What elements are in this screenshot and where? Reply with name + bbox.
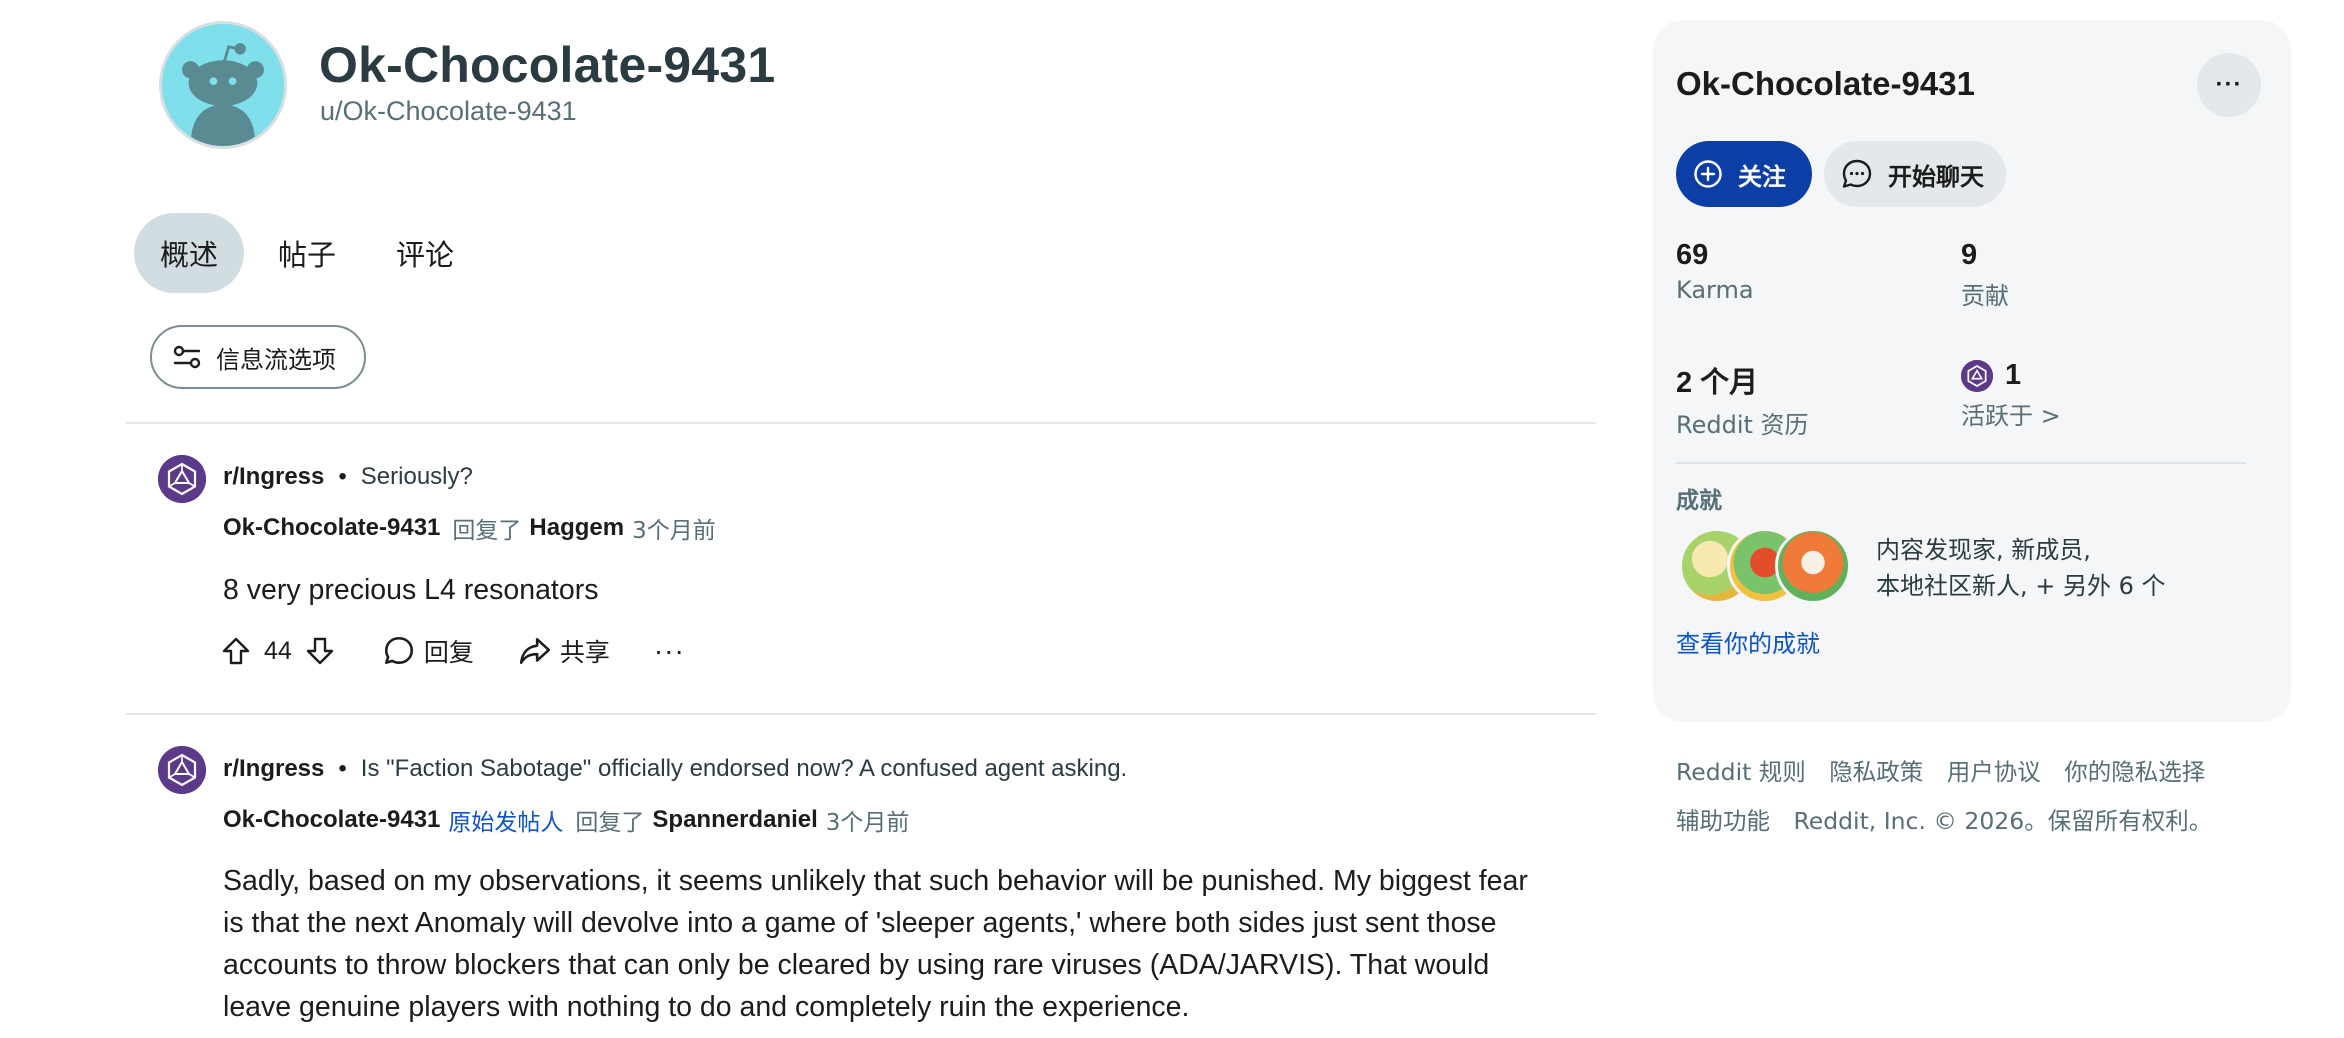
footer-link-accessibility[interactable]: 辅助功能 (1676, 807, 1770, 835)
achievement-badge-icon (1775, 528, 1851, 604)
profile-avatar (159, 21, 287, 149)
footer-link-privacy-choices[interactable]: 你的隐私选择 (2064, 758, 2205, 786)
op-badge: 原始发帖人 (448, 810, 564, 836)
footer-row: 辅助功能 Reddit, Inc. © 2026。保留所有权利。 (1676, 797, 2296, 846)
sidebar-divider (1676, 462, 2246, 464)
plus-circle-icon (1694, 160, 1722, 188)
comment-card[interactable]: r/Ingress • Is "Faction Sabotage" offici… (126, 714, 1596, 1038)
share-label: 共享 (559, 638, 610, 667)
view-achievements-link[interactable]: 查看你的成就 (1676, 624, 1820, 659)
ingress-logo-icon (158, 746, 206, 794)
upvote-button[interactable] (218, 633, 254, 669)
stat-label: Karma (1676, 276, 1754, 304)
reply-button[interactable]: 回复 (382, 633, 474, 669)
replied-label: 回复了 (575, 810, 645, 836)
footer-copyright: Reddit, Inc. © 2026。保留所有权利。 (1793, 807, 2213, 835)
arrow-up-icon (222, 637, 250, 665)
feed-options-button[interactable]: 信息流选项 (150, 325, 366, 389)
achievements-summary: 内容发现家, 新成员, 本地社区新人, + 另外 6 个 (1876, 532, 2266, 604)
subreddit-link[interactable]: r/Ingress (223, 463, 324, 491)
profile-sidebar: Ok-Chocolate-9431 ··· 关注 开始聊天 69 Karma 9… (1653, 20, 2291, 722)
stat-contributions: 9 贡献 (1961, 239, 2009, 311)
comment-body-line: accounts to throw blockers that can only… (223, 949, 1490, 981)
comment-body: Sadly, based on my observations, it seem… (223, 860, 1703, 1028)
comment-body-line: Sadly, based on my observations, it seem… (223, 865, 1528, 897)
share-button[interactable]: 共享 (518, 633, 610, 669)
stat-value: 2 个月 (1676, 367, 1759, 399)
comment-post-line: r/Ingress • Seriously? (223, 463, 473, 491)
sidebar-more-button[interactable]: ··· (2197, 53, 2261, 117)
share-arrow-icon (519, 638, 550, 664)
stat-value: 1 (1961, 359, 2061, 392)
follow-button[interactable]: 关注 (1676, 141, 1812, 207)
comment-author[interactable]: Ok-Chocolate-9431 (223, 514, 440, 542)
start-chat-button[interactable]: 开始聊天 (1824, 141, 2006, 207)
profile-display-name: Ok-Chocolate-9431 (319, 37, 776, 93)
subreddit-avatar[interactable] (158, 455, 206, 503)
footer-link-user-agreement[interactable]: 用户协议 (1947, 758, 2041, 786)
comment-author-line: Ok-Chocolate-9431 回复了 Haggem 3个月前 (223, 511, 716, 545)
comment-post-line: r/Ingress • Is "Faction Sabotage" offici… (223, 755, 1127, 783)
tab-posts[interactable]: 帖子 (252, 213, 362, 293)
replied-to-user[interactable]: Haggem (529, 514, 624, 542)
subreddit-avatar[interactable] (158, 746, 206, 794)
snoo-avatar-icon (162, 24, 284, 146)
speech-bubble-icon (384, 636, 413, 664)
profile-username: u/Ok-Chocolate-9431 (320, 96, 577, 126)
comment-card[interactable]: r/Ingress • Seriously? Ok-Chocolate-9431… (126, 423, 1596, 713)
feed-options-label: 信息流选项 (216, 345, 336, 374)
tab-overview[interactable]: 概述 (134, 213, 245, 293)
stat-value: 69 (1676, 239, 1709, 271)
replied-label: 回复了 (452, 518, 522, 544)
arrow-down-icon (306, 637, 334, 665)
comment-body: 8 very precious L4 resonators (223, 574, 599, 606)
sidebar-username: Ok-Chocolate-9431 (1676, 65, 1975, 102)
comment-author[interactable]: Ok-Chocolate-9431 (223, 806, 440, 834)
stat-value: 9 (1961, 239, 1978, 271)
separator-dot: • (338, 755, 347, 782)
footer-link-privacy[interactable]: 隐私政策 (1829, 758, 1923, 786)
replied-to-user[interactable]: Spannerdaniel (652, 806, 817, 834)
sliders-icon (173, 345, 201, 369)
separator-dot: • (338, 463, 347, 490)
stat-label: 贡献 (1961, 282, 2009, 310)
footer-row: Reddit 规则 隐私政策 用户协议 你的隐私选择 (1676, 748, 2296, 797)
stat-active-in[interactable]: 1 活跃于 > (1961, 359, 2061, 431)
comment-author-line: Ok-Chocolate-9431 原始发帖人 回复了 Spannerdanie… (223, 803, 909, 837)
profile-tabs: 概述 帖子 评论 (134, 213, 480, 293)
follow-label: 关注 (1738, 162, 1786, 191)
comment-body-line: leave genuine players with nothing to do… (223, 991, 1190, 1023)
comment-body-line: is that the next Anomaly will devolve in… (223, 907, 1497, 939)
stat-karma: 69 Karma (1676, 239, 1754, 304)
footer-link-rules[interactable]: Reddit 规则 (1676, 758, 1806, 786)
community-badge (1961, 359, 1993, 392)
downvote-button[interactable] (302, 633, 338, 669)
achievements-heading: 成就 (1676, 488, 1722, 514)
active-count: 1 (2005, 359, 2022, 391)
achievements-line: 本地社区新人, + 另外 6 个 (1876, 572, 2166, 600)
comment-actions: 44 回复 共享 ··· (218, 629, 685, 673)
comment-time: 3个月前 (825, 810, 910, 836)
stat-reddit-age: 2 个月 Reddit 资历 (1676, 359, 1809, 440)
ingress-logo-icon (158, 455, 206, 503)
achievements-line: 内容发现家, 新成员, (1876, 536, 2091, 564)
tab-comments[interactable]: 评论 (370, 213, 480, 293)
site-footer: Reddit 规则 隐私政策 用户协议 你的隐私选择 辅助功能 Reddit, … (1676, 748, 2296, 846)
chat-bubble-icon (1842, 159, 1872, 188)
achievement-badges[interactable] (1679, 528, 1859, 608)
more-options-button[interactable]: ··· (654, 635, 685, 667)
reply-label: 回复 (423, 638, 474, 667)
vote-count: 44 (264, 636, 292, 665)
chat-label: 开始聊天 (1888, 162, 1984, 191)
stat-label: Reddit 资历 (1676, 411, 1809, 439)
stat-label: 活跃于 > (1961, 402, 2061, 430)
post-title-link[interactable]: Is "Faction Sabotage" officially endorse… (361, 755, 1127, 783)
post-title-link[interactable]: Seriously? (361, 463, 473, 491)
ingress-logo-icon (1961, 359, 1993, 392)
comment-time: 3个月前 (632, 518, 716, 544)
subreddit-link[interactable]: r/Ingress (223, 755, 324, 783)
